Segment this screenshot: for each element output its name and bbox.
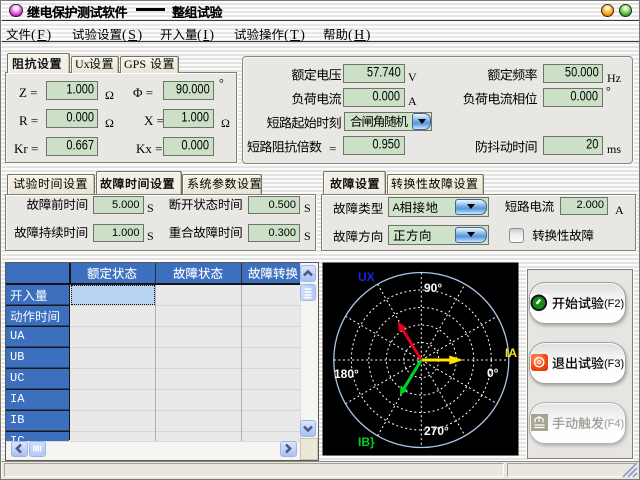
svg-text:IA: IA xyxy=(505,346,517,360)
svg-text:0°: 0° xyxy=(487,366,499,380)
svg-text:90°: 90° xyxy=(424,281,442,295)
svg-text:IB}: IB} xyxy=(358,435,375,449)
svg-text:270°: 270° xyxy=(424,424,449,438)
svg-text:UX: UX xyxy=(358,270,375,284)
svg-text:180°: 180° xyxy=(334,367,359,381)
